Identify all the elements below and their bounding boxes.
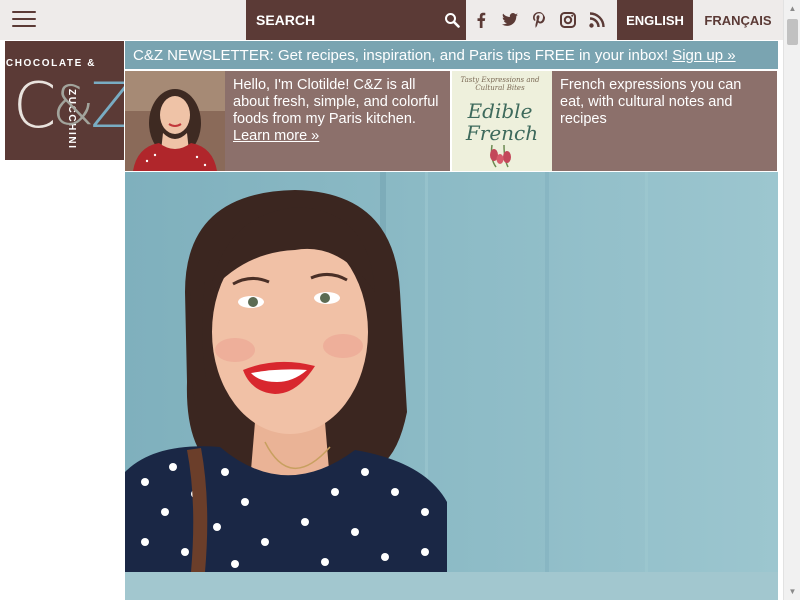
hero-bottom-strip: [125, 572, 778, 600]
scroll-down-arrow-icon[interactable]: ▼: [784, 583, 800, 600]
instagram-icon[interactable]: [554, 0, 582, 40]
scroll-up-arrow-icon[interactable]: ▲: [784, 0, 800, 17]
search-icon[interactable]: [444, 12, 460, 28]
newsletter-banner: C&Z NEWSLETTER: Get recipes, inspiration…: [125, 41, 778, 69]
newsletter-signup-link[interactable]: Sign up »: [672, 47, 735, 64]
language-french[interactable]: FRANÇAIS: [693, 0, 783, 40]
edible-french-blurb: French expressions you can eat, with cul…: [560, 77, 742, 127]
about-text: Hello, I'm Clotilde! C&Z is all about fr…: [233, 77, 439, 127]
logo-word-chocolate: CHOCOLATE &: [5, 58, 97, 69]
logo-letter-z: Z: [90, 69, 124, 142]
logo-monogram: C & Z: [13, 69, 124, 143]
hero-portrait-image[interactable]: [125, 172, 778, 572]
facebook-icon[interactable]: [467, 0, 495, 40]
search-box: [246, 0, 466, 40]
author-portrait-thumbnail[interactable]: [125, 71, 225, 171]
menu-icon[interactable]: [12, 11, 36, 29]
site-logo[interactable]: CHOCOLATE & ZUCCHINI C & Z: [5, 41, 124, 160]
scroll-thumb[interactable]: [787, 19, 798, 45]
search-input[interactable]: [246, 0, 436, 40]
radish-illustration-icon: [490, 144, 511, 168]
top-bar: ENGLISH FRANÇAIS: [0, 0, 783, 40]
logo-ampersand: &: [52, 74, 95, 137]
edible-french-book-cover[interactable]: Tasty Expressions and Cultural Bites Edi…: [452, 71, 552, 171]
newsletter-text: C&Z NEWSLETTER: Get recipes, inspiration…: [133, 46, 669, 64]
promo-edible-french: Tasty Expressions and Cultural Bites Edi…: [452, 71, 777, 171]
pinterest-icon[interactable]: [525, 0, 553, 40]
language-english[interactable]: ENGLISH: [617, 0, 693, 40]
rss-icon[interactable]: [583, 0, 611, 40]
scrollbar[interactable]: ▲ ▼: [783, 0, 800, 600]
logo-letter-c: C: [13, 69, 57, 142]
learn-more-link[interactable]: Learn more »: [233, 128, 319, 144]
promo-about: Hello, I'm Clotilde! C&Z is all about fr…: [125, 71, 450, 171]
about-blurb: Hello, I'm Clotilde! C&Z is all about fr…: [225, 71, 450, 171]
twitter-icon[interactable]: [496, 0, 524, 40]
